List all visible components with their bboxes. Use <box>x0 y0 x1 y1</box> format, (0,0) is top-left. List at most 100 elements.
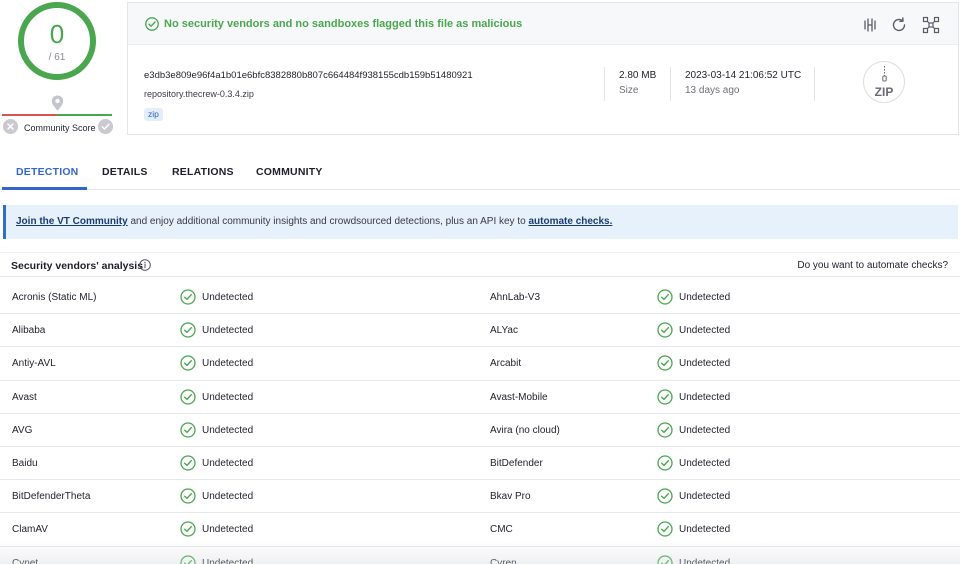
detection-count: 0 <box>49 19 65 49</box>
community-score-bar <box>2 114 112 116</box>
verdict-banner: No security vendors and no sandboxes fla… <box>128 3 958 45</box>
table-row: BitDefenderTheta Undetected Bkav Pro Undete… <box>0 480 960 514</box>
table-row: Antiy-AVL Undetected Arcabit Undetected <box>0 347 960 381</box>
info-icon[interactable] <box>139 259 151 271</box>
community-info-bar: Join the VT Community and enjoy addition… <box>3 205 958 239</box>
vendor-name: Antiy-AVL <box>12 358 56 370</box>
vendor-result: Undetected <box>202 325 254 337</box>
score-widget: 0 / 61 Community Score <box>0 0 116 140</box>
vendor-name: Acronis (Static ML) <box>12 292 97 303</box>
check-circle-icon <box>657 388 673 405</box>
vendors-section-header: Security vendors' analysis Do you want t… <box>0 252 960 277</box>
vendor-result: Undetected <box>202 391 254 403</box>
map-pin-icon <box>51 95 64 111</box>
vendor-result: Undetected <box>202 292 254 303</box>
section-title: Security vendors' analysis <box>11 260 144 272</box>
check-circle-icon <box>180 322 196 338</box>
vendor-result: Undetected <box>202 491 254 503</box>
vendor-name: BitDefender <box>490 457 543 469</box>
table-row: Avast Undetected Avast-Mobile Undetected <box>0 381 960 414</box>
verdict-message: No security vendors and no sandboxes fla… <box>164 18 523 30</box>
file-tag[interactable]: zip <box>144 108 163 121</box>
zipper-icon <box>882 66 887 82</box>
table-row: Alibaba Undetected ALYac Undetected <box>0 314 960 348</box>
automate-checks-prompt[interactable]: Do you want to automate checks? <box>797 260 948 271</box>
vendor-name: Baidu <box>12 457 38 469</box>
join-community-link[interactable]: Join the VT Community <box>16 216 128 227</box>
check-circle-icon <box>145 17 159 31</box>
graph-icon[interactable] <box>922 16 940 34</box>
divider <box>814 67 815 101</box>
info-bar-message: and enjoy additional community insights … <box>127 216 529 227</box>
check-circle-icon <box>180 422 196 438</box>
vendor-name: Alibaba <box>12 325 46 337</box>
report-tabs: DETECTION DETAILS RELATIONS COMMUNITY <box>0 160 960 190</box>
check-circle-icon <box>657 554 673 564</box>
vote-malicious-icon[interactable] <box>3 119 18 134</box>
vendor-result: Undetected <box>679 524 731 536</box>
vendor-name: Arcabit <box>490 358 522 370</box>
divider <box>604 67 605 101</box>
vote-harmless-icon[interactable] <box>98 119 113 134</box>
vendor-name: ClamAV <box>12 524 48 536</box>
vendor-name: Avira (no cloud) <box>490 424 560 436</box>
vendor-result: Undetected <box>679 557 731 564</box>
tab-detection[interactable]: DETECTION <box>16 166 78 178</box>
table-row: Baidu Undetected BitDefender Undetected <box>0 447 960 481</box>
vendor-name: AhnLab-V3 <box>490 292 541 303</box>
tab-details[interactable]: DETAILS <box>102 166 148 178</box>
reanalyze-icon[interactable] <box>890 16 908 34</box>
file-size: 2.80 MB <box>619 70 657 81</box>
info-bar-text: Join the VT Community and enjoy addition… <box>16 216 612 227</box>
vendor-name: Cyren <box>490 557 517 564</box>
check-circle-icon <box>657 422 673 438</box>
check-circle-icon <box>657 488 673 504</box>
check-circle-icon <box>180 289 196 305</box>
vendor-name: Avast-Mobile <box>490 391 548 403</box>
community-score-label: Community Score <box>24 123 96 133</box>
vendor-result: Undetected <box>679 325 731 337</box>
check-circle-icon <box>657 455 673 471</box>
check-circle-icon <box>180 388 196 405</box>
file-type-badge: ZIP <box>863 61 905 103</box>
vendor-name: CMC <box>490 524 513 536</box>
check-circle-icon <box>180 455 196 471</box>
file-name: repository.thecrew-0.3.4.zip <box>144 89 254 99</box>
compare-icon[interactable] <box>861 16 879 34</box>
check-circle-icon <box>657 355 673 372</box>
divider <box>670 67 671 101</box>
community-score-row: Community Score <box>3 119 113 135</box>
check-circle-icon <box>180 355 196 372</box>
vendor-results-table: Acronis (Static ML) Undetected AhnLab-V3 Un… <box>0 281 960 564</box>
last-analysis-date: 2023-03-14 21:06:52 UTC <box>685 70 802 81</box>
vendor-result: Undetected <box>202 457 254 469</box>
table-row: Cynet Undetected Cyren Undetected <box>0 547 960 564</box>
tab-relations[interactable]: RELATIONS <box>172 166 234 178</box>
check-circle-icon <box>657 521 673 537</box>
table-row: AVG Undetected Avira (no cloud) Undetected <box>0 414 960 447</box>
vendor-name: BitDefenderTheta <box>12 491 91 503</box>
tab-community[interactable]: COMMUNITY <box>256 166 323 178</box>
file-summary-card: No security vendors and no sandboxes fla… <box>127 2 959 135</box>
vendor-result: Undetected <box>679 391 731 403</box>
check-circle-icon <box>657 289 673 305</box>
check-circle-icon <box>180 488 196 504</box>
vendor-name: Bkav Pro <box>490 491 531 503</box>
vendor-result: Undetected <box>202 524 254 536</box>
vendor-result: Undetected <box>679 358 731 370</box>
automate-checks-link[interactable]: automate checks. <box>528 216 612 227</box>
check-circle-icon <box>180 521 196 537</box>
table-row: ClamAV Undetected CMC Undetected <box>0 513 960 547</box>
vendor-result: Undetected <box>679 292 731 303</box>
file-type-label: ZIP <box>874 85 894 99</box>
vendor-name: ALYac <box>490 325 518 337</box>
vendor-result: Undetected <box>202 424 254 436</box>
active-tab-indicator <box>2 187 87 190</box>
vendor-name: AVG <box>12 424 33 436</box>
file-hash[interactable]: e3db3e809e96f4a1b01e6bfc8382880b807c6644… <box>144 70 473 81</box>
check-circle-icon <box>180 554 196 564</box>
vendor-total: / 61 <box>48 52 66 63</box>
vendor-result: Undetected <box>679 424 731 436</box>
vendor-name: Avast <box>12 391 37 403</box>
vendor-result: Undetected <box>679 457 731 469</box>
